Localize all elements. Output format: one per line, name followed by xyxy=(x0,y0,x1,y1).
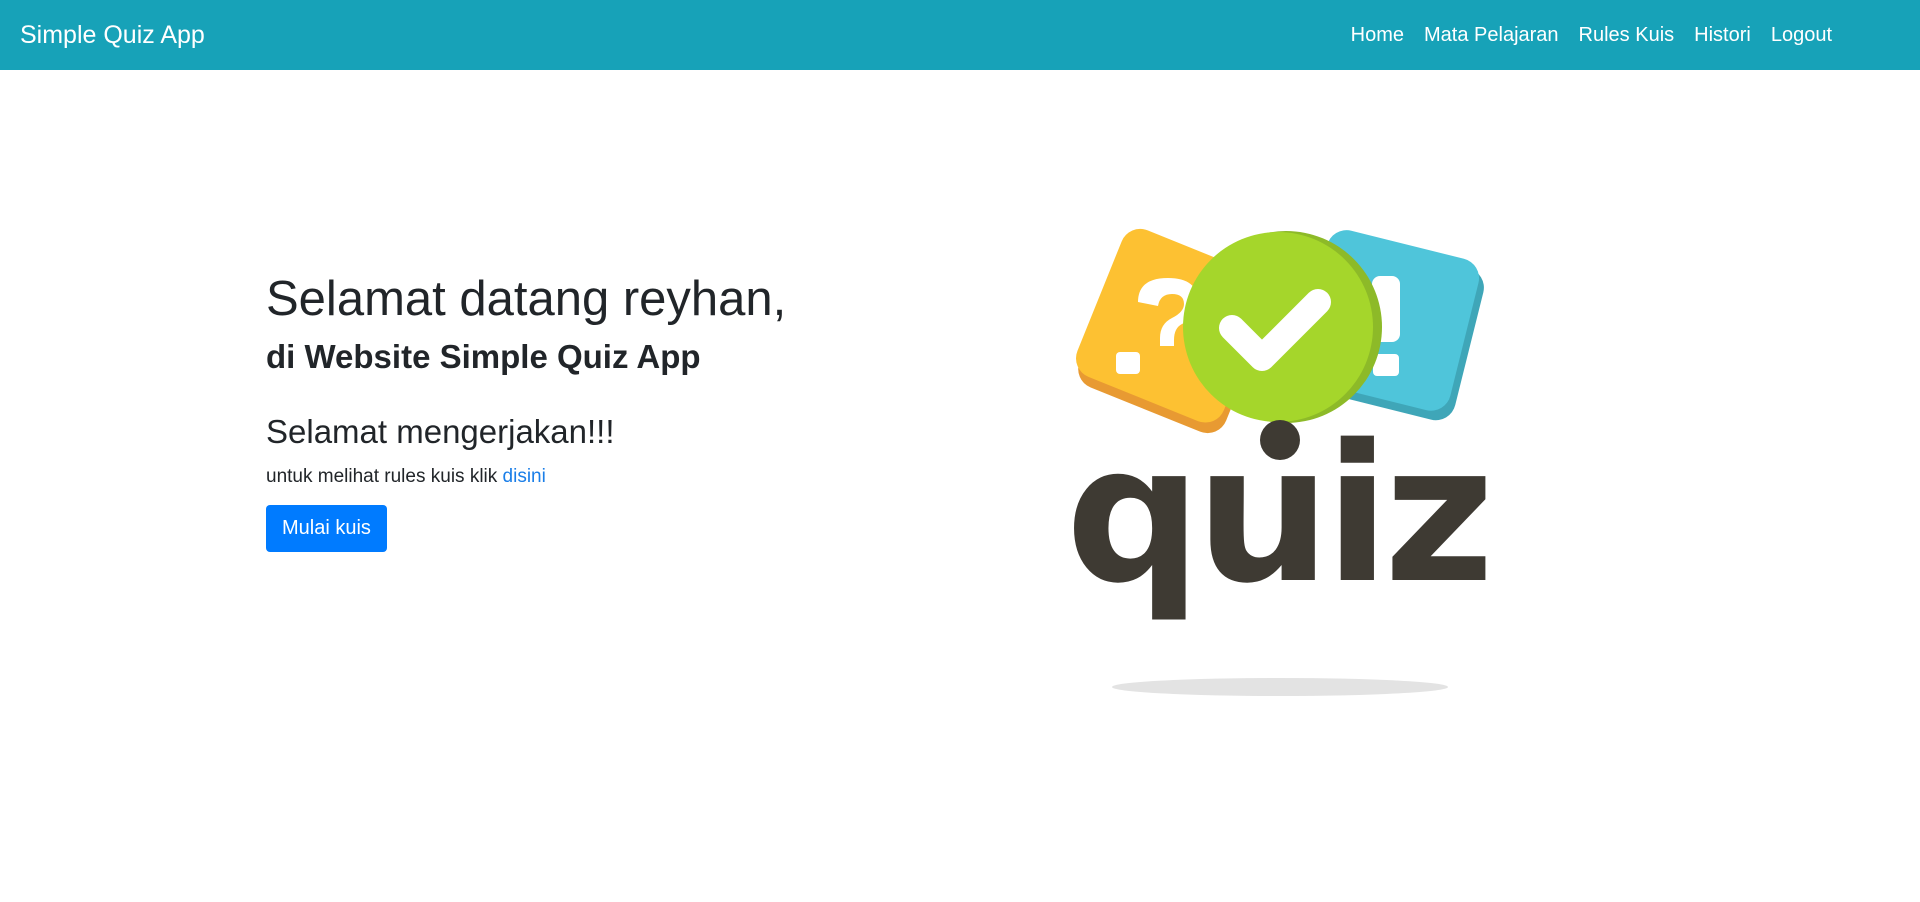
quiz-illustration: quiz xyxy=(1030,210,1520,710)
rules-link[interactable]: disini xyxy=(503,466,546,487)
top-navbar: Simple Quiz App Home Mata Pelajaran Rule… xyxy=(0,0,1920,70)
checkmark-icon xyxy=(1183,231,1382,423)
subtitle-app-name: Simple Quiz App xyxy=(439,337,701,375)
quiz-word: quiz xyxy=(1066,404,1489,625)
start-quiz-button[interactable]: Mulai kuis xyxy=(266,504,387,552)
subtitle: di Website Simple Quiz App xyxy=(266,337,886,377)
nav-logout[interactable]: Logout xyxy=(1771,24,1832,47)
shadow-ellipse xyxy=(1112,678,1448,696)
question-dot xyxy=(1116,352,1140,374)
nav-histori[interactable]: Histori xyxy=(1694,24,1751,47)
hero-section: Selamat datang reyhan, di Website Simple… xyxy=(266,270,886,552)
subtitle-prefix: di Website xyxy=(266,337,431,375)
quiz-logo-icon: quiz xyxy=(1066,228,1494,696)
nav-home[interactable]: Home xyxy=(1351,24,1404,47)
nav-rules-kuis[interactable]: Rules Kuis xyxy=(1579,24,1675,47)
nav-mata-pelajaran[interactable]: Mata Pelajaran xyxy=(1424,24,1559,47)
brand-link[interactable]: Simple Quiz App xyxy=(20,0,205,70)
welcome-heading: Selamat datang reyhan, xyxy=(266,272,787,326)
rules-text: untuk melihat rules kuis klik xyxy=(266,465,498,487)
greeting-heading: Selamat mengerjakan!!! xyxy=(266,413,615,451)
rules-line: untuk melihat rules kuis klik disini xyxy=(266,464,886,491)
nav-links: Home Mata Pelajaran Rules Kuis Histori L… xyxy=(1351,0,1832,70)
